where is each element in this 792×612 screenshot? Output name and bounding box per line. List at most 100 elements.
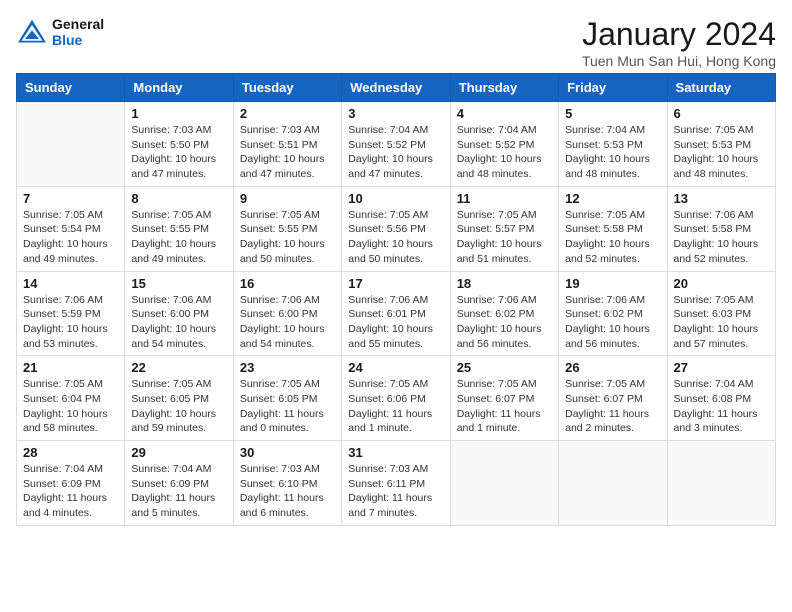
day-number: 21 bbox=[23, 360, 118, 375]
weekday-header-cell: Thursday bbox=[450, 74, 558, 102]
day-info: Sunrise: 7:05 AM Sunset: 5:56 PM Dayligh… bbox=[348, 208, 443, 267]
weekday-header-cell: Friday bbox=[559, 74, 667, 102]
day-number: 18 bbox=[457, 276, 552, 291]
calendar-cell bbox=[559, 441, 667, 526]
day-info: Sunrise: 7:05 AM Sunset: 5:55 PM Dayligh… bbox=[131, 208, 226, 267]
calendar-cell: 1 Sunrise: 7:03 AM Sunset: 5:50 PM Daylig… bbox=[125, 102, 233, 187]
calendar-week-row: 1 Sunrise: 7:03 AM Sunset: 5:50 PM Daylig… bbox=[17, 102, 776, 187]
day-number: 7 bbox=[23, 191, 118, 206]
day-info: Sunrise: 7:04 AM Sunset: 5:52 PM Dayligh… bbox=[457, 123, 552, 182]
day-info: Sunrise: 7:05 AM Sunset: 6:07 PM Dayligh… bbox=[457, 377, 552, 436]
day-info: Sunrise: 7:04 AM Sunset: 6:09 PM Dayligh… bbox=[131, 462, 226, 521]
weekday-header-row: SundayMondayTuesdayWednesdayThursdayFrid… bbox=[17, 74, 776, 102]
day-info: Sunrise: 7:05 AM Sunset: 6:04 PM Dayligh… bbox=[23, 377, 118, 436]
calendar-cell: 13Sunrise: 7:06 AM Sunset: 5:58 PM Dayli… bbox=[667, 186, 775, 271]
day-info: Sunrise: 7:03 AM Sunset: 6:11 PM Dayligh… bbox=[348, 462, 443, 521]
calendar-cell: 24 Sunrise: 7:05 AM Sunset: 6:06 PM Dayli… bbox=[342, 356, 450, 441]
calendar-cell: 12Sunrise: 7:05 AM Sunset: 5:58 PM Dayli… bbox=[559, 186, 667, 271]
logo-text: General Blue bbox=[52, 16, 104, 48]
location-title: Tuen Mun San Hui, Hong Kong bbox=[582, 53, 776, 69]
calendar-cell: 20 Sunrise: 7:05 AM Sunset: 6:03 PM Dayli… bbox=[667, 271, 775, 356]
day-number: 28 bbox=[23, 445, 118, 460]
day-number: 30 bbox=[240, 445, 335, 460]
calendar-week-row: 28 Sunrise: 7:04 AM Sunset: 6:09 PM Dayli… bbox=[17, 441, 776, 526]
day-number: 15 bbox=[131, 276, 226, 291]
day-info: Sunrise: 7:05 AM Sunset: 6:07 PM Dayligh… bbox=[565, 377, 660, 436]
day-info: Sunrise: 7:04 AM Sunset: 5:52 PM Dayligh… bbox=[348, 123, 443, 182]
day-number: 1 bbox=[131, 106, 226, 121]
day-info: Sunrise: 7:06 AM Sunset: 5:59 PM Dayligh… bbox=[23, 293, 118, 352]
calendar-cell: 2 Sunrise: 7:03 AM Sunset: 5:51 PM Daylig… bbox=[233, 102, 341, 187]
day-number: 5 bbox=[565, 106, 660, 121]
day-info: Sunrise: 7:05 AM Sunset: 6:05 PM Dayligh… bbox=[240, 377, 335, 436]
calendar-cell: 19 Sunrise: 7:06 AM Sunset: 6:02 PM Dayli… bbox=[559, 271, 667, 356]
day-number: 29 bbox=[131, 445, 226, 460]
day-number: 17 bbox=[348, 276, 443, 291]
day-number: 3 bbox=[348, 106, 443, 121]
day-number: 16 bbox=[240, 276, 335, 291]
day-info: Sunrise: 7:04 AM Sunset: 6:09 PM Dayligh… bbox=[23, 462, 118, 521]
calendar-cell: 10 Sunrise: 7:05 AM Sunset: 5:56 PM Dayli… bbox=[342, 186, 450, 271]
day-number: 2 bbox=[240, 106, 335, 121]
calendar-cell: 29 Sunrise: 7:04 AM Sunset: 6:09 PM Dayli… bbox=[125, 441, 233, 526]
calendar-cell: 9Sunrise: 7:05 AM Sunset: 5:55 PM Daylig… bbox=[233, 186, 341, 271]
calendar-cell: 25Sunrise: 7:05 AM Sunset: 6:07 PM Dayli… bbox=[450, 356, 558, 441]
day-number: 20 bbox=[674, 276, 769, 291]
day-info: Sunrise: 7:05 AM Sunset: 6:06 PM Dayligh… bbox=[348, 377, 443, 436]
day-number: 31 bbox=[348, 445, 443, 460]
weekday-header-cell: Tuesday bbox=[233, 74, 341, 102]
day-info: Sunrise: 7:05 AM Sunset: 5:54 PM Dayligh… bbox=[23, 208, 118, 267]
calendar-cell: 22 Sunrise: 7:05 AM Sunset: 6:05 PM Dayli… bbox=[125, 356, 233, 441]
day-info: Sunrise: 7:03 AM Sunset: 5:51 PM Dayligh… bbox=[240, 123, 335, 182]
calendar-cell: 14 Sunrise: 7:06 AM Sunset: 5:59 PM Dayli… bbox=[17, 271, 125, 356]
calendar-cell: 6Sunrise: 7:05 AM Sunset: 5:53 PM Daylig… bbox=[667, 102, 775, 187]
day-info: Sunrise: 7:03 AM Sunset: 5:50 PM Dayligh… bbox=[131, 123, 226, 182]
calendar-cell: 26 Sunrise: 7:05 AM Sunset: 6:07 PM Dayli… bbox=[559, 356, 667, 441]
day-number: 14 bbox=[23, 276, 118, 291]
day-info: Sunrise: 7:06 AM Sunset: 6:02 PM Dayligh… bbox=[565, 293, 660, 352]
day-number: 13 bbox=[674, 191, 769, 206]
day-number: 12 bbox=[565, 191, 660, 206]
weekday-header-cell: Sunday bbox=[17, 74, 125, 102]
calendar-cell: 27Sunrise: 7:04 AM Sunset: 6:08 PM Dayli… bbox=[667, 356, 775, 441]
day-number: 11 bbox=[457, 191, 552, 206]
day-number: 27 bbox=[674, 360, 769, 375]
calendar-cell: 3 Sunrise: 7:04 AM Sunset: 5:52 PM Daylig… bbox=[342, 102, 450, 187]
day-number: 22 bbox=[131, 360, 226, 375]
day-info: Sunrise: 7:06 AM Sunset: 6:02 PM Dayligh… bbox=[457, 293, 552, 352]
calendar-cell bbox=[450, 441, 558, 526]
month-title: January 2024 bbox=[582, 16, 776, 53]
day-number: 4 bbox=[457, 106, 552, 121]
calendar-cell bbox=[17, 102, 125, 187]
day-number: 6 bbox=[674, 106, 769, 121]
calendar-cell: 18 Sunrise: 7:06 AM Sunset: 6:02 PM Dayli… bbox=[450, 271, 558, 356]
day-info: Sunrise: 7:05 AM Sunset: 6:05 PM Dayligh… bbox=[131, 377, 226, 436]
calendar-week-row: 21 Sunrise: 7:05 AM Sunset: 6:04 PM Dayli… bbox=[17, 356, 776, 441]
calendar-cell: 17 Sunrise: 7:06 AM Sunset: 6:01 PM Dayli… bbox=[342, 271, 450, 356]
day-info: Sunrise: 7:05 AM Sunset: 5:57 PM Dayligh… bbox=[457, 208, 552, 267]
day-number: 26 bbox=[565, 360, 660, 375]
page-header: General Blue January 2024 Tuen Mun San H… bbox=[16, 16, 776, 69]
day-number: 10 bbox=[348, 191, 443, 206]
calendar-week-row: 7 Sunrise: 7:05 AM Sunset: 5:54 PM Daylig… bbox=[17, 186, 776, 271]
calendar-cell: 8 Sunrise: 7:05 AM Sunset: 5:55 PM Daylig… bbox=[125, 186, 233, 271]
day-info: Sunrise: 7:06 AM Sunset: 6:00 PM Dayligh… bbox=[240, 293, 335, 352]
logo: General Blue bbox=[16, 16, 104, 48]
day-info: Sunrise: 7:04 AM Sunset: 5:53 PM Dayligh… bbox=[565, 123, 660, 182]
day-info: Sunrise: 7:05 AM Sunset: 6:03 PM Dayligh… bbox=[674, 293, 769, 352]
calendar-cell: 7 Sunrise: 7:05 AM Sunset: 5:54 PM Daylig… bbox=[17, 186, 125, 271]
day-number: 24 bbox=[348, 360, 443, 375]
calendar-table: SundayMondayTuesdayWednesdayThursdayFrid… bbox=[16, 73, 776, 526]
calendar-cell: 5 Sunrise: 7:04 AM Sunset: 5:53 PM Daylig… bbox=[559, 102, 667, 187]
calendar-cell: 30Sunrise: 7:03 AM Sunset: 6:10 PM Dayli… bbox=[233, 441, 341, 526]
day-number: 8 bbox=[131, 191, 226, 206]
day-info: Sunrise: 7:06 AM Sunset: 6:01 PM Dayligh… bbox=[348, 293, 443, 352]
calendar-cell: 11 Sunrise: 7:05 AM Sunset: 5:57 PM Dayli… bbox=[450, 186, 558, 271]
calendar-cell: 4 Sunrise: 7:04 AM Sunset: 5:52 PM Daylig… bbox=[450, 102, 558, 187]
calendar-cell: 31 Sunrise: 7:03 AM Sunset: 6:11 PM Dayli… bbox=[342, 441, 450, 526]
day-number: 19 bbox=[565, 276, 660, 291]
weekday-header-cell: Saturday bbox=[667, 74, 775, 102]
title-block: January 2024 Tuen Mun San Hui, Hong Kong bbox=[582, 16, 776, 69]
calendar-cell: 16 Sunrise: 7:06 AM Sunset: 6:00 PM Dayli… bbox=[233, 271, 341, 356]
day-info: Sunrise: 7:06 AM Sunset: 6:00 PM Dayligh… bbox=[131, 293, 226, 352]
